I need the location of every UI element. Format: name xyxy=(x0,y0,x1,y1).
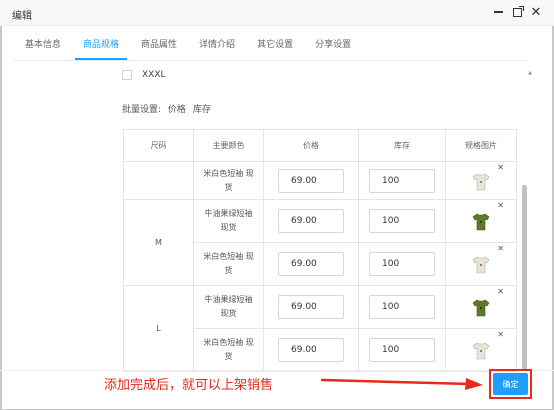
color-cell: 米白色短袖 现货 xyxy=(193,328,264,372)
remove-image-icon[interactable]: ✕ xyxy=(497,201,504,210)
color-text: 米白色短袖 现货 xyxy=(203,168,254,192)
image-cell: ✕ xyxy=(445,328,517,372)
maximize-icon xyxy=(512,5,524,17)
price-input[interactable]: 69.00 xyxy=(278,338,344,362)
image-cell: ✕ xyxy=(445,242,517,286)
tab-product-spec[interactable]: 商品规格 xyxy=(72,38,130,60)
price-input[interactable]: 69.00 xyxy=(278,295,344,319)
remove-image-icon[interactable]: ✕ xyxy=(497,244,504,253)
confirm-button[interactable]: 确定 xyxy=(493,373,528,395)
stock-cell: 100 xyxy=(358,328,446,372)
dialog-titlebar: 编辑 ✕ xyxy=(0,0,554,26)
annotation-text: 添加完成后，就可以上架销售 xyxy=(104,378,274,393)
stock-input[interactable]: 100 xyxy=(369,168,435,193)
color-cell: 米白色短袖 现货 xyxy=(193,161,264,200)
header-size: 尺码 xyxy=(123,129,194,162)
stock-input[interactable]: 100 xyxy=(369,295,435,319)
tab-share-settings[interactable]: 分享设置 xyxy=(304,38,362,60)
window-controls: ✕ xyxy=(492,5,542,19)
minimize-button[interactable] xyxy=(492,5,504,19)
price-input[interactable]: 69.00 xyxy=(278,252,344,276)
color-text: 米白色短袖 现货 xyxy=(203,252,254,275)
close-button[interactable]: ✕ xyxy=(530,5,542,19)
checkbox[interactable] xyxy=(122,70,132,80)
price-cell: 69.00 xyxy=(263,242,359,286)
stock-cell: 100 xyxy=(358,285,446,329)
table-row: 米白色短袖 现货 69.00 100 ✕ xyxy=(123,161,517,200)
color-text: 牛油果绿短袖 现货 xyxy=(204,209,253,232)
remove-image-icon[interactable]: ✕ xyxy=(497,330,504,339)
spec-table: 尺码 主要颜色 价格 库存 规格图片 米白色短袖 现货 69.00 100 ✕ … xyxy=(123,129,517,372)
remove-image-icon[interactable]: ✕ xyxy=(497,163,504,172)
stock-input[interactable]: 100 xyxy=(369,252,435,276)
dialog-title: 编辑 xyxy=(12,11,32,22)
tab-product-attributes[interactable]: 商品属性 xyxy=(130,38,188,60)
color-text: 米白色短袖 现货 xyxy=(203,338,254,361)
stock-input[interactable]: 100 xyxy=(369,209,435,233)
cream-shirt-icon[interactable] xyxy=(471,256,491,274)
maximize-button[interactable] xyxy=(511,5,524,19)
tab-divider xyxy=(14,60,526,61)
window-left-border xyxy=(0,0,2,410)
batch-stock-link[interactable]: 库存 xyxy=(193,105,211,115)
image-cell: ✕ xyxy=(445,199,517,243)
table-header-row: 尺码 主要颜色 价格 库存 规格图片 xyxy=(123,129,517,162)
color-cell: 牛油果绿短袖 现货 xyxy=(193,199,264,243)
green-shirt-icon[interactable] xyxy=(471,299,491,317)
batch-settings: 批量设置: 价格 库存 xyxy=(122,102,211,115)
stock-input[interactable]: 100 xyxy=(369,338,435,362)
tab-other-settings[interactable]: 其它设置 xyxy=(246,38,304,60)
tab-basic-info[interactable]: 基本信息 xyxy=(14,38,72,60)
price-input[interactable]: 69.00 xyxy=(278,168,344,193)
batch-label: 批量设置: xyxy=(122,105,162,115)
minimize-icon xyxy=(493,11,503,13)
tab-details[interactable]: 详情介绍 xyxy=(188,38,246,60)
price-cell: 69.00 xyxy=(263,328,359,372)
close-icon: ✕ xyxy=(530,4,542,20)
cream-shirt-icon[interactable] xyxy=(471,342,491,360)
size-option-xxxl[interactable]: XXXL xyxy=(122,70,166,80)
table-row: M 牛油果绿短袖 现货 69.00 100 ✕ xyxy=(123,199,517,286)
footer-divider xyxy=(0,370,554,371)
cream-shirt-icon[interactable] xyxy=(471,173,491,191)
price-cell: 69.00 xyxy=(263,161,359,200)
stock-cell: 100 xyxy=(358,199,446,243)
color-cell: 牛油果绿短袖 现货 xyxy=(193,285,264,329)
price-cell: 69.00 xyxy=(263,199,359,243)
price-cell: 69.00 xyxy=(263,285,359,329)
tab-bar: 基本信息 商品规格 商品属性 详情介绍 其它设置 分享设置 xyxy=(14,38,362,60)
size-cell: M xyxy=(123,199,194,286)
header-stock: 库存 xyxy=(358,129,446,162)
table-row: L 牛油果绿短袖 现货 69.00 100 ✕ xyxy=(123,285,517,372)
header-spec-image: 规格图片 xyxy=(445,129,517,162)
price-input[interactable]: 69.00 xyxy=(278,209,344,233)
checkbox-label: XXXL xyxy=(142,70,166,80)
header-price: 价格 xyxy=(263,129,359,162)
scrollbar-thumb[interactable] xyxy=(522,185,527,371)
scroll-up-arrow-icon[interactable]: ▲ xyxy=(528,70,532,76)
remove-image-icon[interactable]: ✕ xyxy=(497,287,504,296)
annotation-arrow-icon xyxy=(320,378,483,390)
image-cell: ✕ xyxy=(445,285,517,329)
batch-price-link[interactable]: 价格 xyxy=(168,105,186,115)
green-shirt-icon[interactable] xyxy=(471,213,491,231)
image-cell: ✕ xyxy=(445,161,517,200)
stock-cell: 100 xyxy=(358,242,446,286)
color-cell: 米白色短袖 现货 xyxy=(193,242,264,286)
size-cell xyxy=(123,161,194,200)
header-color: 主要颜色 xyxy=(193,129,264,162)
spec-table-wrapper: 尺码 主要颜色 价格 库存 规格图片 米白色短袖 现货 69.00 100 ✕ … xyxy=(123,129,517,372)
size-cell: L xyxy=(123,285,194,372)
color-text: 牛油果绿短袖 现货 xyxy=(204,295,253,318)
stock-cell: 100 xyxy=(358,161,446,200)
